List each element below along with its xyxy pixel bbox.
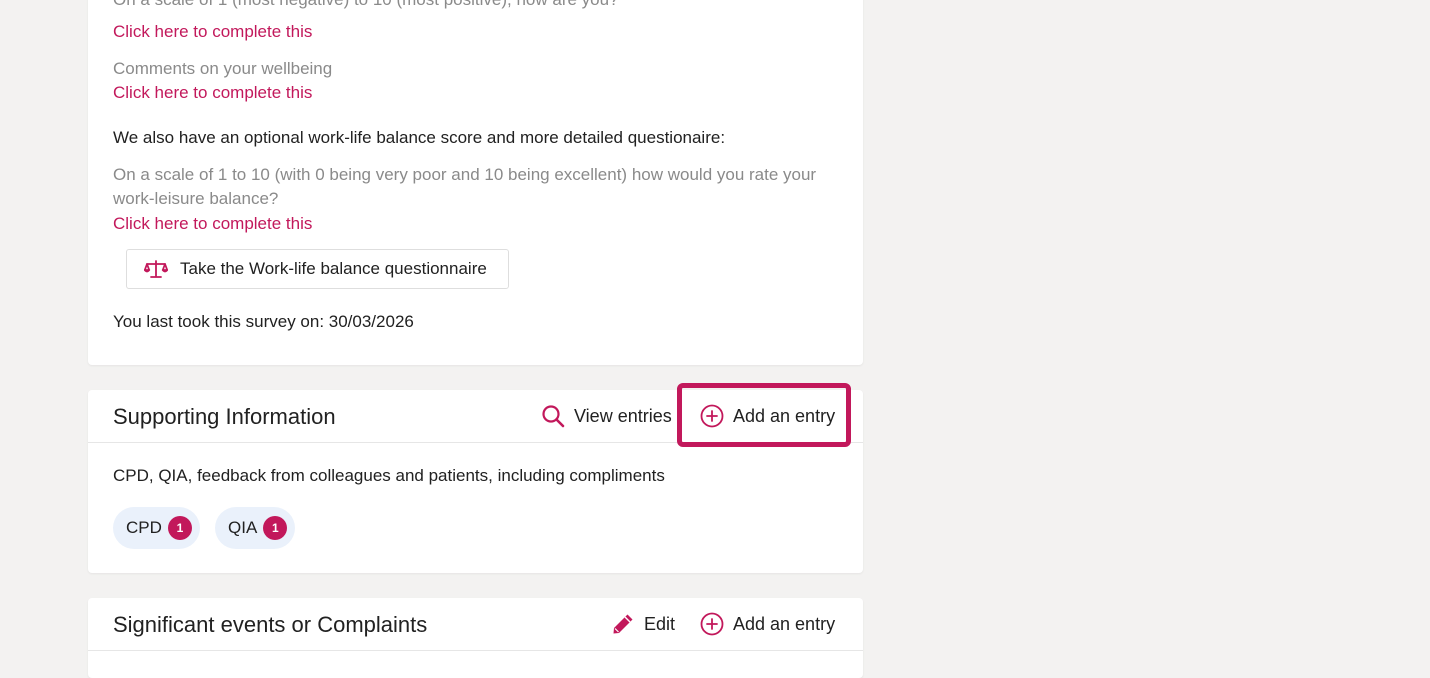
count-badge: 1: [167, 516, 192, 540]
work-leisure-question-line2: work-leisure balance?: [113, 189, 279, 208]
add-entry-label: Add an entry: [733, 405, 836, 426]
view-entries-label: View entries: [574, 405, 672, 426]
chip-label: QIA: [228, 518, 258, 537]
supporting-information-header: Supporting Information View entries Add …: [88, 383, 863, 447]
significant-events-card: Significant events or Complaints Edit Ad…: [88, 598, 863, 678]
supporting-information-card: Supporting Information View entries Add …: [88, 383, 863, 573]
wellbeing-score-link[interactable]: Click here to complete this: [113, 20, 312, 44]
add-entry-button[interactable]: Add an entry: [700, 402, 835, 430]
wellbeing-comments-question: Comments on your wellbeing: [113, 59, 333, 78]
balance-scale-icon: [144, 260, 168, 278]
add-entry-label: Add an entry: [733, 613, 836, 634]
pencil-icon: [613, 614, 633, 634]
wellbeing-card: On a scale of 1 (most negative) to 10 (m…: [88, 0, 863, 365]
count-badge: 1: [263, 516, 288, 540]
plus-circle-icon: [700, 404, 724, 428]
search-icon: [542, 405, 565, 428]
chip-label: CPD: [126, 518, 162, 537]
view-entries-button[interactable]: View entries: [541, 402, 672, 430]
work-leisure-question-line1: On a scale of 1 to 10 (with 0 being very…: [113, 165, 817, 184]
chip-cpd[interactable]: CPD 1: [113, 507, 200, 549]
edit-button[interactable]: Edit: [611, 610, 675, 638]
add-entry-button[interactable]: Add an entry: [700, 610, 835, 638]
optional-intro-text: We also have an optional work-life balan…: [113, 128, 726, 147]
significant-events-header: Significant events or Complaints Edit Ad…: [88, 598, 863, 651]
edit-label: Edit: [644, 613, 676, 634]
wellbeing-score-question: On a scale of 1 (most negative) to 10 (m…: [113, 0, 619, 12]
chip-qia[interactable]: QIA 1: [215, 507, 296, 549]
plus-circle-icon: [700, 612, 724, 636]
wellbeing-comments-link[interactable]: Click here to complete this: [113, 81, 312, 105]
supporting-information-title: Supporting Information: [113, 404, 336, 429]
work-leisure-link[interactable]: Click here to complete this: [113, 212, 312, 236]
work-life-questionnaire-button[interactable]: Take the Work-life balance questionnaire: [126, 249, 509, 289]
last-survey-date: You last took this survey on: 30/03/2026: [113, 312, 414, 331]
significant-events-title: Significant events or Complaints: [113, 612, 428, 637]
supporting-information-description: CPD, QIA, feedback from colleagues and p…: [113, 466, 665, 485]
work-life-questionnaire-label: Take the Work-life balance questionnaire: [180, 259, 487, 278]
